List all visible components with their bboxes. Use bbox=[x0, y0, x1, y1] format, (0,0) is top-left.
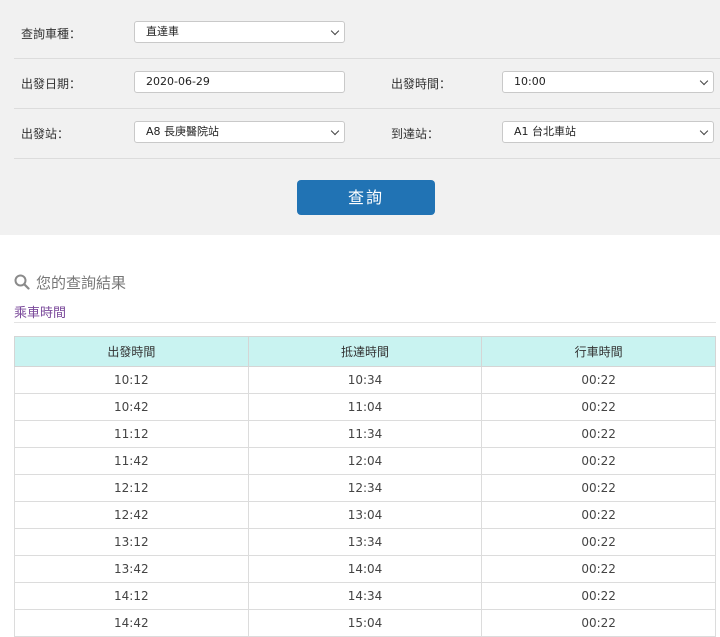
arrival-cell: 12:34 bbox=[247, 474, 483, 502]
arrival-cell: 11:34 bbox=[247, 420, 483, 448]
table-header-row: 出發時間 抵達時間 行車時間 bbox=[14, 336, 716, 367]
arrival-cell: 10:34 bbox=[247, 366, 483, 394]
arrival-cell: 13:34 bbox=[247, 528, 483, 556]
destination-label: 到達站： bbox=[391, 127, 440, 141]
timetable: 出發時間 抵達時間 行車時間 10:12 10:34 00:22 10:42 1… bbox=[14, 336, 716, 637]
form-row-stations: 出發站： A8 長庚醫院站 到達站： A1 台北車站 bbox=[14, 108, 720, 159]
time-value: 10:00 bbox=[514, 75, 546, 88]
search-icon bbox=[14, 274, 30, 290]
results-title-text: 您的查詢結果 bbox=[36, 274, 127, 292]
arrival-cell: 13:04 bbox=[247, 501, 483, 529]
duration-cell: 00:22 bbox=[481, 366, 716, 394]
table-row: 13:42 14:04 00:22 bbox=[14, 555, 716, 583]
date-value: 2020-06-29 bbox=[146, 75, 210, 88]
table-row: 11:12 11:34 00:22 bbox=[14, 420, 716, 448]
form-row-date-time: 出發日期： 2020-06-29 出發時間： 10:00 bbox=[14, 58, 720, 109]
form-row-train-type: 查詢車種： 直達車 bbox=[14, 8, 720, 59]
origin-value: A8 長庚醫院站 bbox=[146, 125, 220, 138]
column-header-departure: 出發時間 bbox=[14, 336, 249, 367]
arrival-cell: 12:04 bbox=[247, 447, 483, 475]
arrival-cell: 15:04 bbox=[247, 609, 483, 637]
table-row: 14:42 15:04 00:22 bbox=[14, 609, 716, 637]
departure-cell: 14:12 bbox=[14, 582, 249, 610]
arrival-cell: 14:34 bbox=[247, 582, 483, 610]
divider bbox=[14, 322, 716, 323]
departure-cell: 13:42 bbox=[14, 555, 249, 583]
train-type-value: 直達車 bbox=[146, 25, 179, 38]
destination-value: A1 台北車站 bbox=[514, 125, 577, 138]
table-row: 12:42 13:04 00:22 bbox=[14, 501, 716, 529]
duration-cell: 00:22 bbox=[481, 582, 716, 610]
duration-cell: 00:22 bbox=[481, 474, 716, 502]
table-row: 11:42 12:04 00:22 bbox=[14, 447, 716, 475]
column-header-duration: 行車時間 bbox=[481, 336, 716, 367]
departure-cell: 14:42 bbox=[14, 609, 249, 637]
table-row: 14:12 14:34 00:22 bbox=[14, 582, 716, 610]
time-label: 出發時間： bbox=[391, 77, 452, 91]
table-row: 10:12 10:34 00:22 bbox=[14, 366, 716, 394]
departure-cell: 12:12 bbox=[14, 474, 249, 502]
duration-cell: 00:22 bbox=[481, 420, 716, 448]
departure-cell: 11:42 bbox=[14, 447, 249, 475]
duration-cell: 00:22 bbox=[481, 555, 716, 583]
arrival-cell: 11:04 bbox=[247, 393, 483, 421]
departure-cell: 10:12 bbox=[14, 366, 249, 394]
duration-cell: 00:22 bbox=[481, 528, 716, 556]
departure-cell: 12:42 bbox=[14, 501, 249, 529]
column-header-arrival: 抵達時間 bbox=[247, 336, 483, 367]
date-input[interactable]: 2020-06-29 bbox=[134, 71, 345, 93]
table-row: 13:12 13:34 00:22 bbox=[14, 528, 716, 556]
train-type-label: 查詢車種： bbox=[21, 27, 82, 41]
departure-cell: 10:42 bbox=[14, 393, 249, 421]
time-select[interactable]: 10:00 bbox=[502, 71, 714, 93]
duration-cell: 00:22 bbox=[481, 501, 716, 529]
results-panel: 您的查詢結果 乘車時間 出發時間 抵達時間 行車時間 10:12 10:34 0… bbox=[0, 248, 720, 637]
duration-cell: 00:22 bbox=[481, 447, 716, 475]
departure-cell: 11:12 bbox=[14, 420, 249, 448]
departure-cell: 13:12 bbox=[14, 528, 249, 556]
arrival-cell: 14:04 bbox=[247, 555, 483, 583]
table-row: 10:42 11:04 00:22 bbox=[14, 393, 716, 421]
origin-label: 出發站： bbox=[21, 127, 70, 141]
origin-select[interactable]: A8 長庚醫院站 bbox=[134, 121, 345, 143]
results-heading: 您的查詢結果 bbox=[14, 272, 126, 293]
duration-cell: 00:22 bbox=[481, 393, 716, 421]
table-row: 12:12 12:34 00:22 bbox=[14, 474, 716, 502]
duration-cell: 00:22 bbox=[481, 609, 716, 637]
search-form: 查詢車種： 直達車 出發日期： 2020-06-29 出發時間： 10:00 出… bbox=[0, 0, 720, 235]
train-type-select[interactable]: 直達車 bbox=[134, 21, 345, 43]
date-label: 出發日期： bbox=[21, 77, 82, 91]
search-button[interactable]: 查詢 bbox=[297, 180, 435, 215]
ride-time-subtitle: 乘車時間 bbox=[14, 306, 67, 321]
destination-select[interactable]: A1 台北車站 bbox=[502, 121, 714, 143]
